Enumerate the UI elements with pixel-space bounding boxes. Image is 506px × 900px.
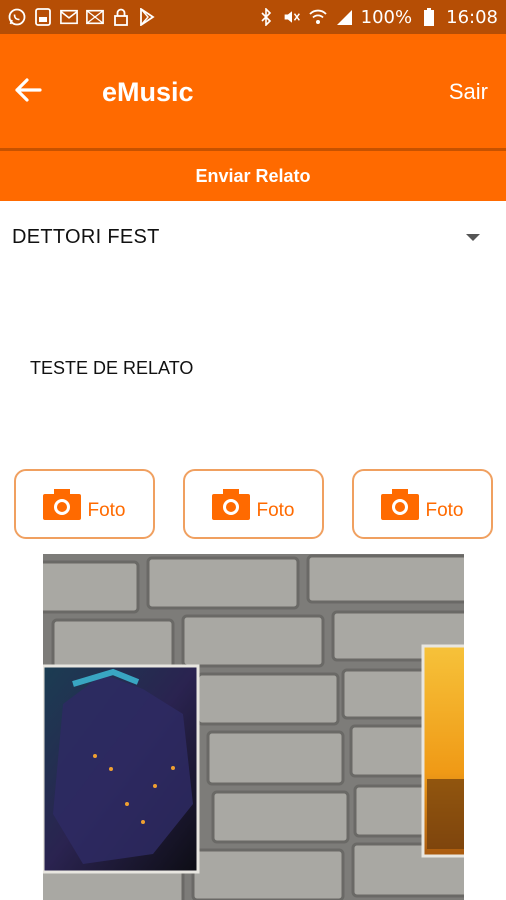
report-text-field[interactable]: TESTE DE RELATO bbox=[30, 358, 193, 379]
sim-icon bbox=[34, 8, 52, 26]
battery-percentage: 100% bbox=[360, 6, 413, 28]
arrow-left-icon bbox=[13, 75, 43, 110]
app-title: eMusic bbox=[102, 77, 194, 107]
photo-button-3[interactable]: Foto bbox=[352, 469, 493, 539]
photo-button-label: Foto bbox=[425, 500, 464, 521]
clock: 16:08 bbox=[446, 6, 498, 28]
camera-icon bbox=[212, 488, 251, 520]
bluetooth-icon bbox=[257, 8, 275, 26]
message-icon bbox=[86, 8, 104, 26]
mute-icon bbox=[283, 8, 301, 26]
photo-button-label: Foto bbox=[256, 500, 295, 521]
dropdown-arrow-icon bbox=[466, 234, 480, 241]
tab-label: Enviar Relato bbox=[195, 165, 311, 186]
lock-icon bbox=[112, 8, 130, 26]
camera-icon bbox=[43, 488, 82, 520]
event-select-value: DETTORI FEST bbox=[12, 226, 160, 248]
battery-icon bbox=[420, 8, 438, 26]
wifi-icon bbox=[309, 8, 327, 26]
camera-icon bbox=[381, 488, 420, 520]
back-button[interactable] bbox=[10, 74, 46, 110]
event-select[interactable]: DETTORI FEST bbox=[0, 214, 506, 262]
status-bar: 100% 16:08 bbox=[0, 0, 506, 34]
photo-button-2[interactable]: Foto bbox=[183, 469, 324, 539]
logout-button[interactable]: Sair bbox=[449, 74, 488, 110]
photo-button-1[interactable]: Foto bbox=[14, 469, 155, 539]
tab-enviar-relato[interactable]: Enviar Relato bbox=[0, 151, 506, 201]
photo-preview bbox=[43, 554, 464, 900]
whatsapp-icon bbox=[8, 8, 26, 26]
signal-icon bbox=[335, 8, 353, 26]
gmail-icon bbox=[60, 8, 78, 26]
play-store-icon bbox=[138, 8, 156, 26]
photo-button-label: Foto bbox=[87, 500, 126, 521]
app-bar: eMusic Sair bbox=[0, 34, 506, 149]
